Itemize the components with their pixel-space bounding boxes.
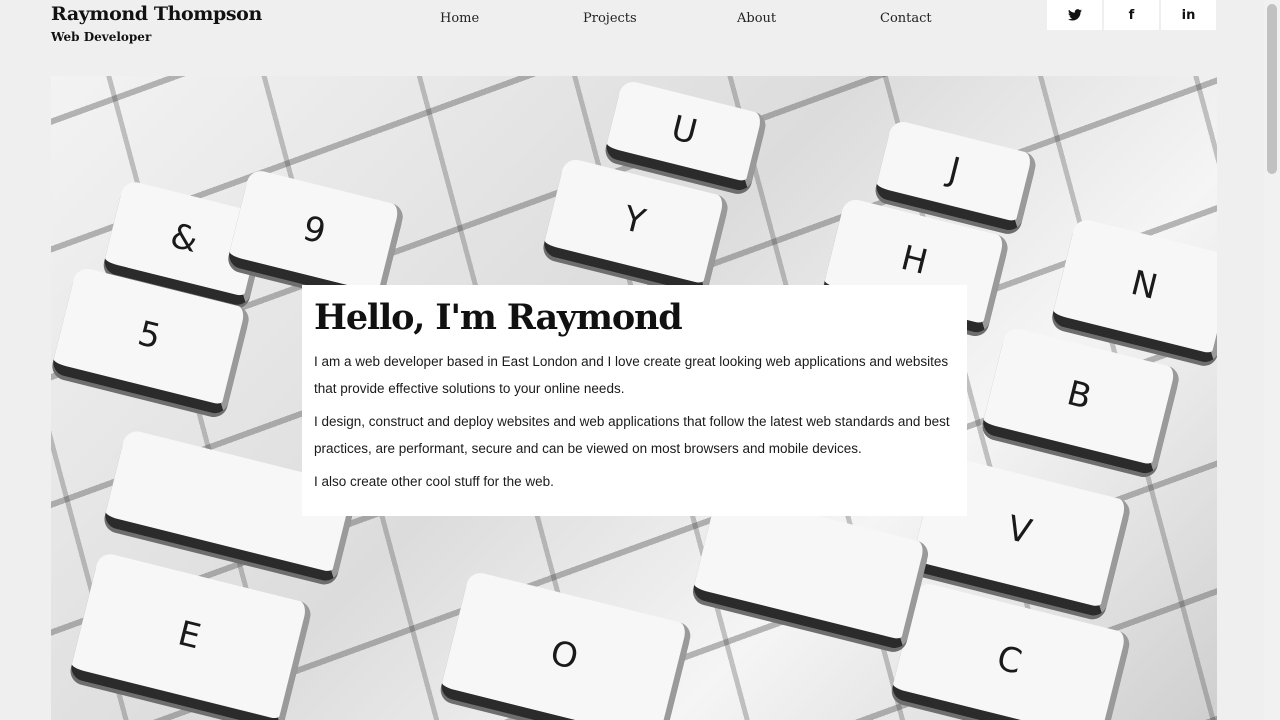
site-header: Raymond Thompson Web Developer Home Proj…: [0, 0, 1264, 60]
intro-card: Hello, I'm Raymond I am a web developer …: [302, 285, 967, 516]
social-links: f in: [1047, 0, 1216, 30]
intro-paragraph: I design, construct and deploy websites …: [314, 413, 950, 456]
nav-about[interactable]: About: [737, 11, 776, 26]
nav-projects[interactable]: Projects: [583, 11, 637, 26]
nav-home[interactable]: Home: [440, 11, 479, 26]
linkedin-button[interactable]: in: [1161, 0, 1216, 30]
linkedin-icon: in: [1181, 7, 1196, 23]
twitter-icon: [1067, 9, 1082, 21]
site-owner-name: Raymond Thompson: [51, 3, 262, 25]
intro-title: Hello, I'm Raymond: [314, 297, 683, 338]
keyboard-key: O: [438, 570, 694, 720]
intro-paragraph: I also create other cool stuff for the w…: [314, 473, 554, 489]
facebook-icon: f: [1128, 7, 1135, 23]
keyboard-key: E: [68, 551, 314, 720]
scrollbar-thumb[interactable]: [1267, 4, 1277, 174]
page-scrollbar[interactable]: [1264, 0, 1280, 720]
intro-paragraph: I am a web developer based in East Londo…: [314, 353, 949, 396]
twitter-button[interactable]: [1047, 0, 1102, 30]
facebook-button[interactable]: f: [1104, 0, 1159, 30]
nav-contact[interactable]: Contact: [880, 11, 932, 26]
site-owner-role: Web Developer: [51, 30, 152, 44]
